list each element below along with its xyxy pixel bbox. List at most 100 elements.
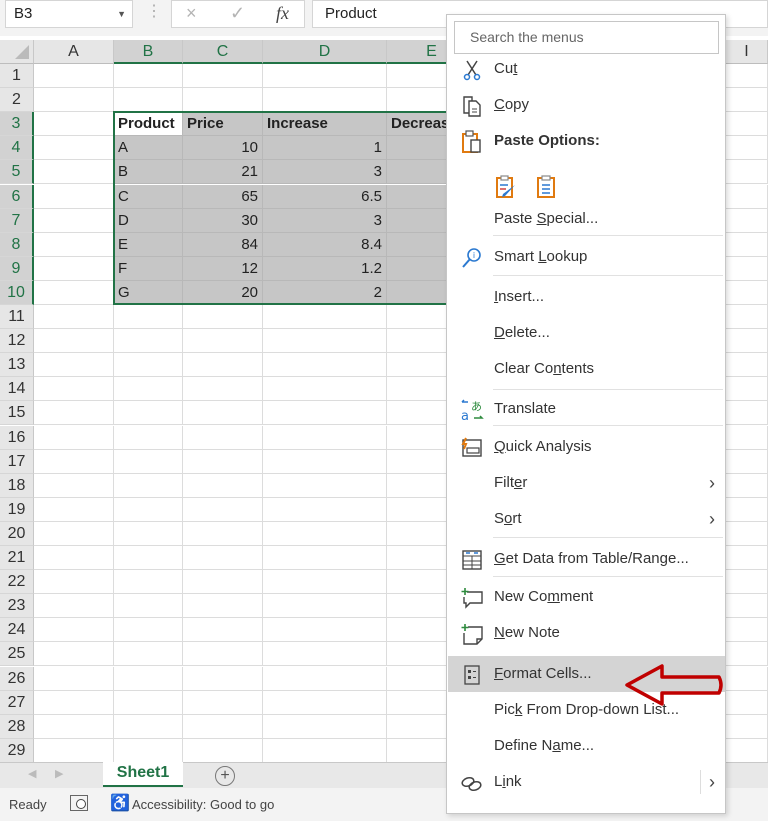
cell[interactable] [263,521,387,546]
cell[interactable] [726,521,768,546]
cell[interactable] [183,521,263,546]
cell[interactable] [114,497,183,522]
cell[interactable] [114,449,183,474]
menu-item-new-note[interactable]: New Note [448,615,725,651]
cell[interactable]: 1.2 [263,256,387,281]
cell[interactable] [114,738,183,763]
cell[interactable] [183,497,263,522]
cell[interactable]: 10 [183,136,263,161]
menu-item-clear-contents[interactable]: Clear Contents [448,351,725,387]
cell[interactable] [114,377,183,402]
cell[interactable] [34,208,114,233]
cell[interactable] [726,256,768,281]
cell[interactable] [263,305,387,329]
cell[interactable] [263,353,387,378]
cell[interactable] [114,666,183,691]
cell[interactable] [726,208,768,233]
cell[interactable] [34,738,114,763]
cancel-icon[interactable]: × [186,3,197,24]
cell[interactable]: 1 [263,136,387,161]
menu-item-quick-analysis[interactable]: Quick Analysis [448,429,725,465]
cell[interactable] [34,305,114,329]
cell[interactable] [263,642,387,667]
cell[interactable] [263,401,387,426]
row-header-27[interactable]: 27 [0,690,34,715]
cell[interactable] [263,473,387,498]
cell[interactable] [34,714,114,739]
cell[interactable] [726,714,768,739]
cell[interactable] [263,497,387,522]
cell[interactable] [183,353,263,378]
cell[interactable]: G [114,280,183,305]
cell[interactable] [183,377,263,402]
row-header-12[interactable]: 12 [0,329,34,354]
scroll-left-icon[interactable]: ◀ [28,767,36,780]
cell[interactable]: 3 [263,208,387,233]
cell[interactable] [114,618,183,643]
cell[interactable] [726,666,768,691]
cell[interactable] [34,690,114,715]
sheet-tab-sheet1[interactable]: Sheet1 [103,762,183,787]
menu-item-new-comment[interactable]: New Comment [448,579,725,615]
drag-handle-icon[interactable]: ⋮ [146,3,162,21]
row-header-9[interactable]: 9 [0,256,34,281]
menu-item-insert[interactable]: Insert... [448,279,725,315]
cell[interactable] [114,305,183,329]
cell[interactable] [726,570,768,595]
cell[interactable] [114,521,183,546]
row-header-13[interactable]: 13 [0,353,34,378]
cell[interactable]: 6.5 [263,184,387,209]
cell[interactable] [114,594,183,619]
cell[interactable] [726,184,768,209]
cell[interactable] [263,690,387,715]
cell[interactable] [726,425,768,450]
row-header-29[interactable]: 29 [0,738,34,763]
cell[interactable]: 3 [263,160,387,185]
cell[interactable] [114,401,183,426]
cell[interactable] [726,690,768,715]
cell[interactable] [114,690,183,715]
cell[interactable] [183,714,263,739]
row-header-20[interactable]: 20 [0,521,34,546]
cell[interactable] [726,305,768,329]
menu-item-link[interactable]: Link › [448,764,725,800]
menu-item-filter[interactable]: Filter › [448,465,725,501]
cell[interactable] [34,64,114,88]
cell[interactable] [34,521,114,546]
cell[interactable] [183,570,263,595]
macro-recording-icon[interactable] [70,795,88,811]
cell[interactable] [726,112,768,137]
cell[interactable] [114,473,183,498]
paste-values-icon[interactable] [535,175,557,199]
cell[interactable]: 2 [263,280,387,305]
cell[interactable]: 65 [183,184,263,209]
cell[interactable] [263,329,387,354]
cell[interactable] [34,329,114,354]
cell[interactable] [34,136,114,161]
column-header-d[interactable]: D [263,40,387,64]
accessibility-icon[interactable]: ♿ [110,793,130,813]
cell[interactable] [263,666,387,691]
cell[interactable] [34,666,114,691]
menu-item-smart-lookup[interactable]: i Smart Lookup [448,239,725,275]
cell[interactable] [726,473,768,498]
cell[interactable] [34,112,114,137]
cell[interactable] [183,666,263,691]
cell[interactable] [263,738,387,763]
column-header-c[interactable]: C [183,40,263,64]
cell[interactable] [263,546,387,570]
cell[interactable] [34,594,114,619]
row-header-17[interactable]: 17 [0,449,34,474]
menu-item-sort[interactable]: Sort › [448,501,725,537]
cell[interactable] [114,64,183,88]
cell[interactable] [114,329,183,354]
row-header-21[interactable]: 21 [0,546,34,570]
row-header-15[interactable]: 15 [0,401,34,426]
cell[interactable] [34,401,114,426]
accessibility-status[interactable]: Accessibility: Good to go [132,797,274,812]
cell[interactable] [726,497,768,522]
menu-item-translate[interactable]: a あ Translate [448,391,725,427]
cell[interactable] [34,377,114,402]
menu-item-delete[interactable]: Delete... [448,315,725,351]
cell[interactable] [726,377,768,402]
